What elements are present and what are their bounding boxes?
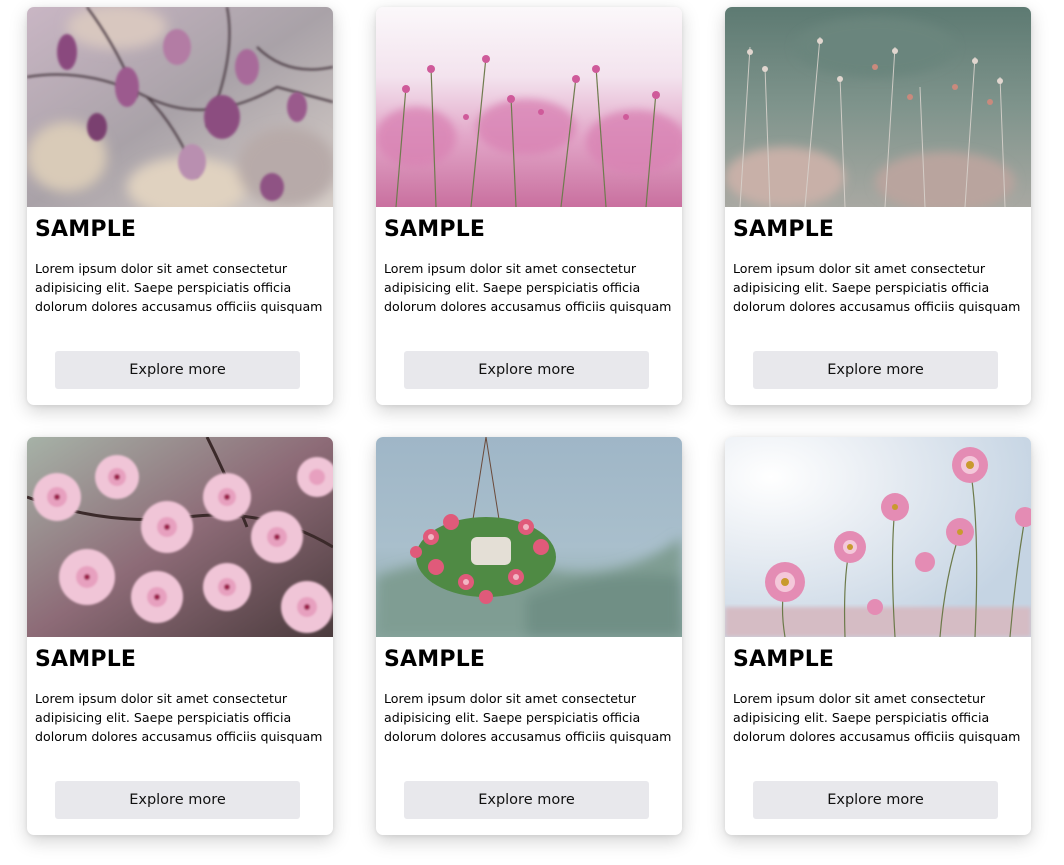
card-image [376, 7, 682, 207]
card-description: Lorem ipsum dolor sit amet consectetur a… [35, 261, 323, 314]
card-grid: SAMPLE Lorem ipsum dolor sit amet consec… [0, 0, 1064, 865]
cherry-blossoms-photo [27, 437, 333, 637]
card-hanging-basket: SAMPLE Lorem ipsum dolor sit amet consec… [376, 437, 682, 835]
cosmos-flowers-photo [725, 437, 1031, 637]
card-cherry-blossoms: SAMPLE Lorem ipsum dolor sit amet consec… [27, 437, 333, 835]
card-cosmos: SAMPLE Lorem ipsum dolor sit amet consec… [725, 437, 1031, 835]
card-image [27, 7, 333, 207]
explore-more-button[interactable]: Explore more [753, 781, 998, 819]
explore-more-button[interactable]: Explore more [404, 781, 649, 819]
card-description: Lorem ipsum dolor sit amet consectetur a… [384, 261, 672, 314]
card-title: SAMPLE [384, 217, 486, 242]
pink-grass-flowers-photo [376, 7, 682, 207]
card-pink-grass: SAMPLE Lorem ipsum dolor sit amet consec… [376, 7, 682, 405]
card-description: Lorem ipsum dolor sit amet consectetur a… [35, 691, 323, 744]
card-title: SAMPLE [384, 647, 486, 672]
card-image [725, 437, 1031, 637]
card-image [725, 7, 1031, 207]
hanging-flower-basket-photo [376, 437, 682, 637]
card-description: Lorem ipsum dolor sit amet consectetur a… [733, 261, 1021, 314]
explore-more-button[interactable]: Explore more [55, 781, 300, 819]
card-description: Lorem ipsum dolor sit amet consectetur a… [733, 691, 1021, 744]
explore-more-button[interactable]: Explore more [55, 351, 300, 389]
card-magnolia: SAMPLE Lorem ipsum dolor sit amet consec… [27, 7, 333, 405]
card-image [376, 437, 682, 637]
card-wild-grass: SAMPLE Lorem ipsum dolor sit amet consec… [725, 7, 1031, 405]
magnolia-blossoms-photo [27, 7, 333, 207]
card-title: SAMPLE [35, 217, 137, 242]
explore-more-button[interactable]: Explore more [404, 351, 649, 389]
card-title: SAMPLE [733, 647, 835, 672]
card-title: SAMPLE [35, 647, 137, 672]
wild-grass-photo [725, 7, 1031, 207]
card-description: Lorem ipsum dolor sit amet consectetur a… [384, 691, 672, 744]
card-image [27, 437, 333, 637]
explore-more-button[interactable]: Explore more [753, 351, 998, 389]
card-title: SAMPLE [733, 217, 835, 242]
